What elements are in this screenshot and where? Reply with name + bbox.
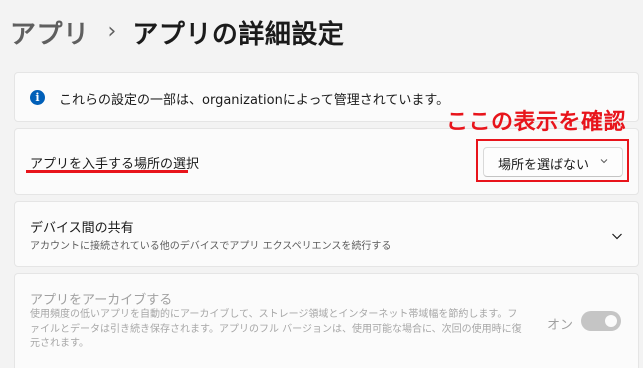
toggle-knob bbox=[605, 315, 617, 327]
archive-toggle-state-label: オン bbox=[547, 318, 574, 333]
sharing-description: アカウントに接続されている他のデバイスでアプリ エクスペリエンスを続行する bbox=[30, 241, 392, 252]
expand-chevron-down-icon[interactable] bbox=[610, 229, 624, 243]
info-icon: i bbox=[30, 90, 45, 105]
breadcrumb-separator-icon: › bbox=[107, 19, 117, 44]
install-source-setting: アプリを入手する場所の選択 場所を選ばない bbox=[14, 128, 639, 195]
install-source-dropdown[interactable]: 場所を選ばない bbox=[483, 147, 623, 177]
cross-device-sharing-setting[interactable]: デバイス間の共有 アカウントに接続されている他のデバイスでアプリ エクスペリエン… bbox=[14, 201, 639, 267]
dropdown-selected-value: 場所を選ばない bbox=[498, 158, 590, 173]
banner-text: これらの設定の一部は、organizationによって管理されています。 bbox=[59, 93, 450, 108]
chevron-down-icon bbox=[600, 159, 608, 164]
archive-toggle-switch[interactable] bbox=[581, 311, 621, 331]
annotation-underline bbox=[26, 170, 188, 173]
archive-title: アプリをアーカイブする bbox=[30, 293, 173, 308]
archive-apps-setting: アプリをアーカイブする 使用頻度の低いアプリを自動的にアーカイブして、ストレージ… bbox=[14, 273, 639, 368]
page-title: アプリの詳細設定 bbox=[132, 20, 345, 50]
breadcrumb: アプリ › アプリの詳細設定 bbox=[10, 14, 344, 51]
archive-description: 使用頻度の低いアプリを自動的にアーカイブして、ストレージ領域とインターネット帯域… bbox=[30, 309, 522, 349]
advanced-app-settings-page: アプリ › アプリの詳細設定 i これらの設定の一部は、organization… bbox=[0, 0, 643, 368]
breadcrumb-apps-link[interactable]: アプリ bbox=[10, 14, 90, 51]
sharing-title: デバイス間の共有 bbox=[30, 221, 134, 236]
annotation-callout-text: ここの表示を確認 bbox=[446, 110, 627, 135]
